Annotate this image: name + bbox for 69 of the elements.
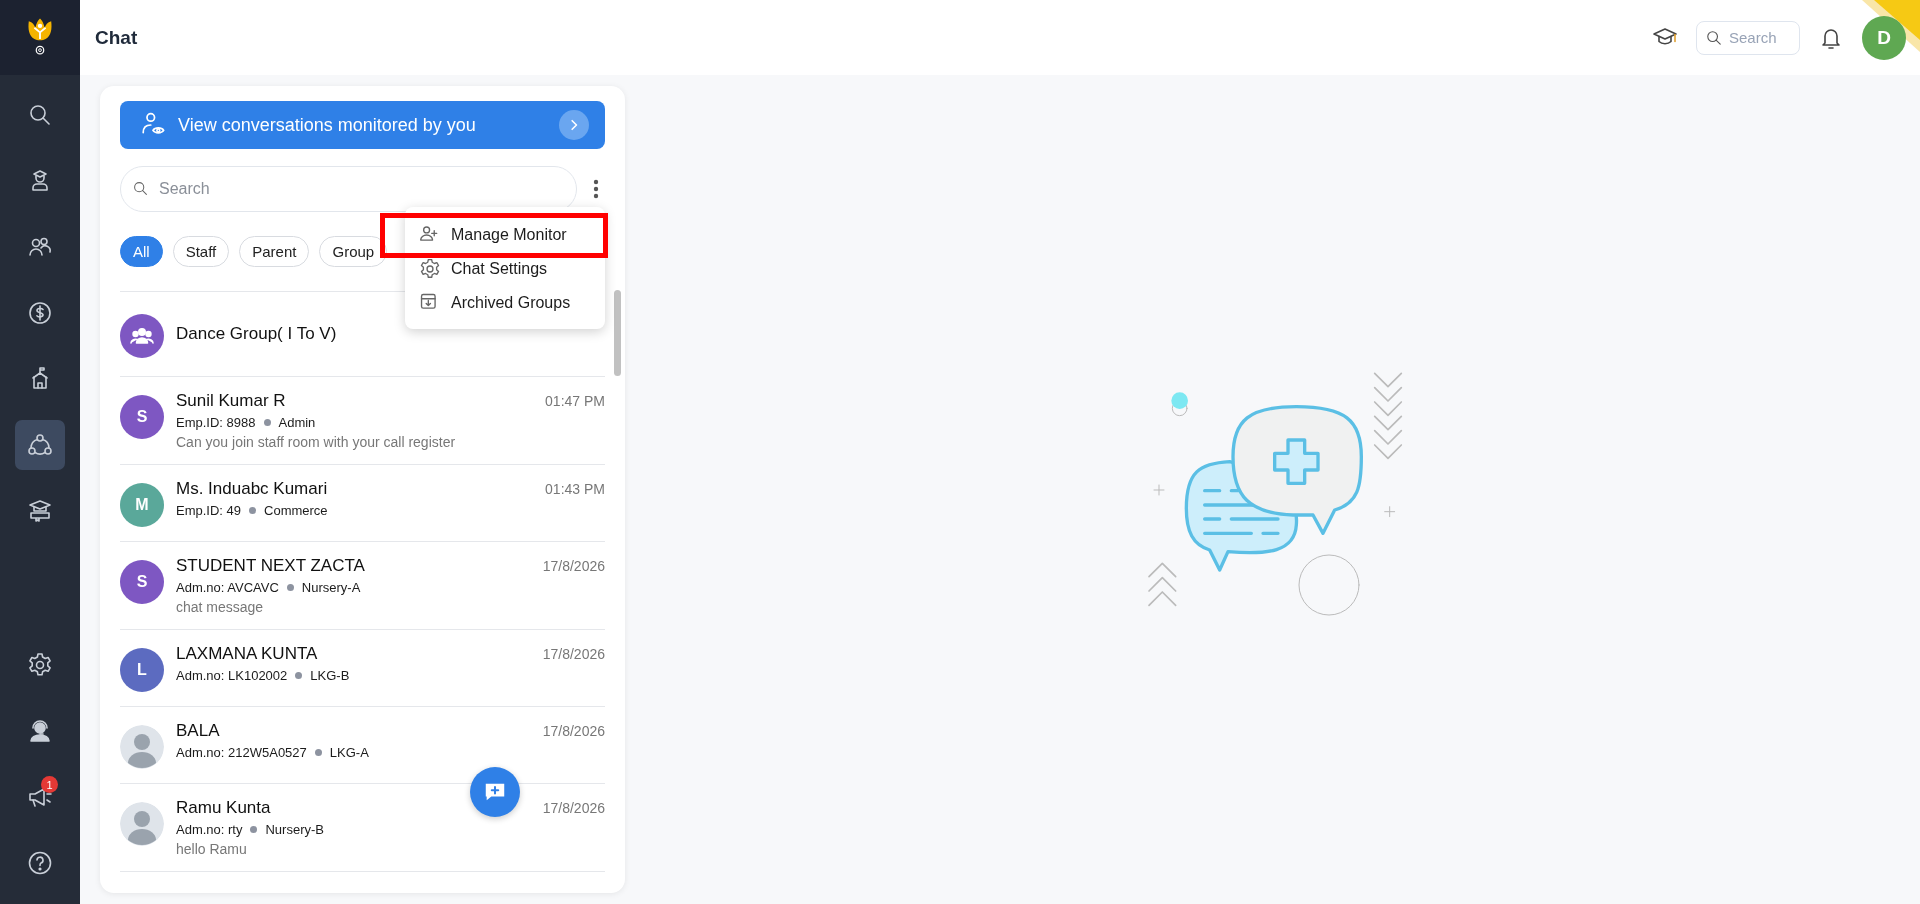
avatar-silhouette <box>120 802 164 846</box>
contact-id: Adm.no: AVCAVC <box>176 580 279 595</box>
message-time: 17/8/2026 <box>542 646 605 662</box>
search-icon <box>1705 28 1723 47</box>
contact-id: Adm.no: 212W5A0527 <box>176 745 307 760</box>
contact-role: LKG-B <box>310 668 350 683</box>
contact-role: Admin <box>278 415 316 430</box>
avatar-silhouette <box>120 725 164 769</box>
kebab-icon <box>593 179 599 199</box>
scrollbar[interactable] <box>614 290 621 376</box>
message-time: 17/8/2026 <box>542 800 605 816</box>
contact-id: Emp.ID: 8988 <box>176 415 256 430</box>
conversation-item[interactable]: M Ms. Induabc Kumari 01:43 PM Emp.ID: 49 Commerce <box>120 465 605 542</box>
user-avatar: S <box>120 395 164 439</box>
page-title: Chat <box>95 26 138 49</box>
search-icon <box>27 102 53 128</box>
conversation-item[interactable]: L LAXMANA KUNTA 17/8/2026 Adm.no: LK102002 LKG-B <box>120 630 605 707</box>
separator-dot <box>250 826 258 833</box>
new-chat-button[interactable] <box>470 767 520 817</box>
contact-role: Nursery-A <box>301 580 361 595</box>
contact-id: Emp.ID: 49 <box>176 503 242 518</box>
contact-id: Adm.no: rty <box>176 822 243 837</box>
monitored-conversations-banner[interactable]: View conversations monitored by you <box>120 101 605 149</box>
graduation-cap-icon <box>27 498 53 524</box>
search-field[interactable]: Search <box>120 166 577 212</box>
contact-id: Adm.no: LK102002 <box>176 668 288 683</box>
contact-name: Ramu Kunta <box>176 798 271 818</box>
nav-button[interactable]: 1 <box>15 772 65 822</box>
message-time: 17/8/2026 <box>542 723 605 739</box>
separator-dot <box>263 419 271 426</box>
filter-chip[interactable]: Group <box>319 236 388 267</box>
message-preview: Can you join staff room with your call register <box>176 434 457 450</box>
contact-name: LAXMANA KUNTA <box>176 644 318 664</box>
separator-dot <box>295 672 303 679</box>
separator-dot <box>314 749 322 756</box>
contact-name: Ms. Induabc Kumari <box>176 479 328 499</box>
separator-dot <box>286 584 294 591</box>
notification-badge: 1 <box>41 776 58 793</box>
message-time: 17/8/2026 <box>542 558 605 574</box>
message-time: 01:47 PM <box>545 393 605 409</box>
filter-chip[interactable]: All <box>120 236 163 267</box>
search-icon <box>132 180 149 197</box>
filter-chip[interactable]: Staff <box>172 236 230 267</box>
network-icon <box>27 432 53 458</box>
separator-dot <box>249 507 257 514</box>
search-field[interactable]: Search <box>1696 20 1800 55</box>
contact-name: Dance Group( I To V) <box>176 324 337 344</box>
conversation-item[interactable]: S STUDENT NEXT ZACTA 17/8/2026 Adm.no: AVCAVC Nursery-A chat message <box>120 542 605 630</box>
chevron-right-icon <box>559 110 589 140</box>
help-icon <box>27 850 53 876</box>
filter-chip[interactable]: Parent <box>239 236 310 267</box>
user-avatar: S <box>120 560 164 604</box>
user-avatar: L <box>120 648 164 692</box>
user-avatar: M <box>120 483 164 527</box>
contact-role: LKG-A <box>329 745 369 760</box>
contact-name: STUDENT NEXT ZACTA <box>176 556 365 576</box>
settings-icon <box>27 652 53 678</box>
message-time: 01:43 PM <box>545 481 605 497</box>
conversation-item[interactable]: S Sunil Kumar R 01:47 PM Emp.ID: 8988 Admin Can you join staff room with your call register <box>120 377 605 465</box>
contact-name: BALA <box>176 721 220 741</box>
dollar-icon <box>27 300 53 326</box>
headset-person-icon <box>27 718 53 744</box>
message-preview: chat message <box>176 599 265 615</box>
contact-role: Nursery-B <box>265 822 324 837</box>
contact-role: Commerce <box>264 503 328 518</box>
nav-button[interactable] <box>15 420 65 470</box>
message-preview: hello Ramu <box>176 841 248 857</box>
contact-name: Sunil Kumar R <box>176 391 286 411</box>
settings-icon <box>419 258 441 280</box>
